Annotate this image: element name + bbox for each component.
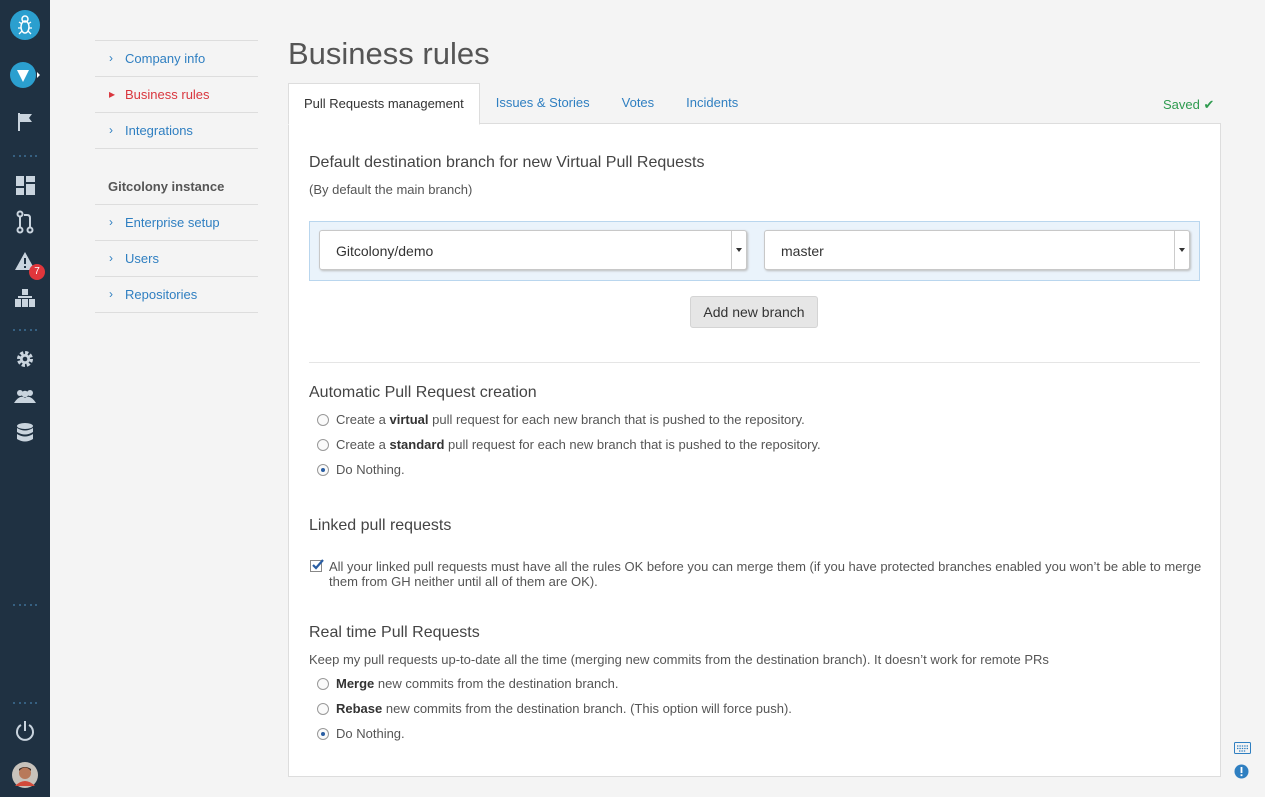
option-text-post: new commits from the destination branch.…: [382, 701, 792, 716]
organization-icon[interactable]: [0, 288, 50, 308]
subnav-item-label: Enterprise setup: [125, 215, 220, 230]
tab-votes[interactable]: Votes: [606, 83, 671, 123]
users-icon[interactable]: [0, 386, 50, 406]
tab-pull-requests-management[interactable]: Pull Requests management: [288, 83, 480, 125]
icon-rail: 7: [0, 0, 50, 797]
subnav-item-repositories[interactable]: › Repositories: [95, 277, 258, 313]
caret-right-icon: ▸: [109, 87, 116, 101]
database-icon[interactable]: [0, 422, 50, 444]
branch-selector-row: Gitcolony/demo master: [309, 221, 1200, 281]
section-divider: [309, 362, 1200, 363]
page-title: Business rules: [288, 36, 490, 71]
subnav-item-integrations[interactable]: › Integrations: [95, 113, 258, 149]
subnav-item-users[interactable]: › Users: [95, 241, 258, 277]
branch-select-value: master: [781, 243, 824, 259]
chevron-right-icon: ›: [109, 287, 113, 301]
radio-button[interactable]: [317, 702, 329, 715]
auto-pr-option-do-nothing[interactable]: Do Nothing.: [317, 462, 405, 477]
power-icon[interactable]: [0, 720, 50, 742]
linked-prs-checkbox-label: All your linked pull requests must have …: [329, 559, 1202, 589]
option-text: Do Nothing.: [336, 726, 405, 741]
option-text: Merge new commits from the destination b…: [336, 676, 619, 691]
radio-button[interactable]: [317, 413, 329, 426]
pull-requests-icon[interactable]: [0, 210, 50, 234]
subnav-item-business-rules[interactable]: ▸ Business rules: [95, 77, 258, 113]
radio-button[interactable]: [317, 438, 329, 451]
repository-select[interactable]: Gitcolony/demo: [319, 230, 747, 270]
checkmark-icon: [312, 559, 324, 570]
option-text: Create a virtual pull request for each n…: [336, 412, 805, 427]
checkmark-icon: ✔: [1203, 97, 1215, 112]
subnav-item-label: Company info: [125, 51, 206, 66]
add-new-branch-button[interactable]: Add new branch: [690, 296, 818, 328]
option-text-pre: Create a: [336, 437, 390, 452]
rail-divider: [13, 604, 37, 606]
auto-pr-option-standard[interactable]: Create a standard pull request for each …: [317, 437, 821, 452]
realtime-option-merge[interactable]: Merge new commits from the destination b…: [317, 676, 619, 691]
option-text-bold: virtual: [389, 412, 429, 427]
subnav-item-enterprise-setup[interactable]: › Enterprise setup: [95, 205, 258, 241]
auto-pr-option-virtual[interactable]: Create a virtual pull request for each n…: [317, 412, 805, 427]
option-text-post: pull request for each new branch that is…: [444, 437, 821, 452]
tab-panel: Default destination branch for new Virtu…: [288, 123, 1221, 777]
option-text-bold: Merge: [336, 676, 375, 691]
radio-button[interactable]: [317, 677, 329, 690]
subnav-item-label: Users: [125, 251, 159, 266]
section-heading-realtime-prs: Real time Pull Requests: [309, 624, 480, 641]
tab-incidents[interactable]: Incidents: [670, 83, 754, 123]
branch-select[interactable]: master: [764, 230, 1190, 270]
repository-select-value: Gitcolony/demo: [336, 243, 434, 259]
chevron-right-icon: ›: [109, 123, 113, 137]
option-text: Rebase new commits from the destination …: [336, 701, 792, 716]
flag-icon[interactable]: [0, 111, 50, 133]
rail-divider: [13, 329, 37, 331]
subnav-item-label: Business rules: [125, 87, 210, 102]
option-text-post: pull request for each new branch that is…: [428, 412, 805, 427]
tab-issues-stories[interactable]: Issues & Stories: [480, 83, 606, 123]
tab-bar: Pull Requests management Issues & Storie…: [288, 83, 754, 125]
keyboard-icon[interactable]: [1234, 741, 1251, 759]
dashboard-icon[interactable]: [0, 174, 50, 196]
tour-icon[interactable]: [0, 59, 50, 91]
subnav-item-label: Repositories: [125, 287, 198, 302]
subnav-group-title: Gitcolony instance: [95, 169, 258, 205]
subnav-item-label: Integrations: [125, 123, 193, 138]
radio-button-selected[interactable]: [317, 463, 329, 476]
dropdown-arrow-icon: [1174, 231, 1189, 269]
realtime-option-do-nothing[interactable]: Do Nothing.: [317, 726, 405, 741]
settings-subnav: › Company info ▸ Business rules › Integrati…: [95, 40, 258, 313]
radio-button-selected[interactable]: [317, 727, 329, 740]
alerts-count-badge: 7: [29, 264, 45, 280]
default-branch-note: (By default the main branch): [309, 182, 473, 197]
avatar[interactable]: [0, 761, 50, 789]
option-text: Create a standard pull request for each …: [336, 437, 821, 452]
realtime-option-rebase[interactable]: Rebase new commits from the destination …: [317, 701, 792, 716]
option-text-bold: standard: [389, 437, 445, 452]
section-heading-linked-prs: Linked pull requests: [309, 517, 452, 534]
rail-divider: [13, 702, 37, 704]
help-alert-icon[interactable]: [1234, 764, 1249, 784]
section-heading-default-branch: Default destination branch for new Virtu…: [309, 154, 705, 171]
chevron-right-icon: ›: [109, 215, 113, 229]
subnav-item-company-info[interactable]: › Company info: [95, 40, 258, 77]
gitcolony-logo-icon[interactable]: [0, 9, 50, 41]
saved-status: Saved ✔: [1163, 97, 1214, 113]
linked-prs-checkbox[interactable]: [310, 559, 324, 572]
option-text: Do Nothing.: [336, 462, 405, 477]
realtime-description: Keep my pull requests up-to-date all the…: [309, 652, 1049, 667]
chevron-right-icon: ›: [109, 251, 113, 265]
settings-icon[interactable]: [0, 348, 50, 370]
section-heading-auto-pr: Automatic Pull Request creation: [309, 384, 537, 401]
option-text-post: new commits from the destination branch.: [374, 676, 619, 691]
option-text-pre: Create a: [336, 412, 390, 427]
rail-divider: [13, 155, 37, 157]
option-text-bold: Rebase: [336, 701, 383, 716]
dropdown-arrow-icon: [731, 231, 746, 269]
chevron-right-icon: ›: [109, 51, 113, 65]
saved-label: Saved: [1163, 97, 1200, 112]
